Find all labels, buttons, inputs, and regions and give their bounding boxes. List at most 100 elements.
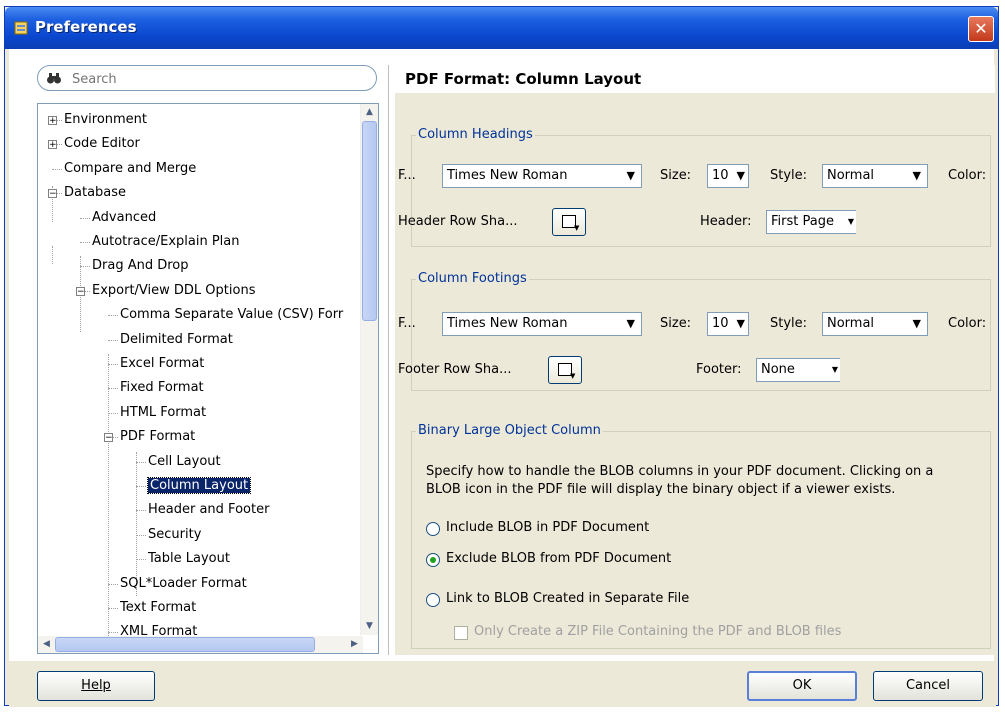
tree-item[interactable]: Text Format [120, 598, 196, 618]
panel-splitter[interactable] [388, 65, 389, 655]
footer-select[interactable]: None ▼ [756, 358, 840, 382]
horizontal-scroll-thumb[interactable] [55, 637, 315, 652]
footing-size-label: Size: [660, 316, 692, 331]
include-blob-radio[interactable] [426, 522, 440, 536]
heading-size-select[interactable]: 10 ▼ [707, 164, 749, 188]
navigation-panel: + Environment + Code Editor Compare and Merg… [9, 49, 381, 654]
tree-item-label: Comma Separate Value (CSV) Forr [120, 307, 344, 323]
tree-item[interactable]: PDF Format [120, 427, 195, 447]
footing-font-select[interactable]: Times New Roman ▼ [442, 312, 642, 336]
tree-item-label: Security [148, 526, 202, 542]
tree-item[interactable]: Table Layout [148, 549, 230, 569]
search-box[interactable] [37, 65, 377, 91]
preferences-app-icon [14, 21, 28, 35]
dialog-body: + Environment + Code Editor Compare and Merg… [9, 49, 996, 707]
column-footings-label: Column Footings [416, 271, 529, 287]
help-button-label: Help [81, 678, 111, 693]
tree-item-label: Environment [64, 112, 148, 127]
tree-item-label: Fixed Format [120, 380, 204, 396]
heading-style-select[interactable]: Normal ▼ [822, 164, 928, 188]
chevron-down-icon: ▼ [736, 317, 745, 330]
tree-branch-line [136, 486, 146, 487]
tree-item-label: Database [64, 185, 127, 201]
tree-item[interactable]: Environment [64, 110, 147, 130]
preferences-dialog: Preferences ✕ + Environment + Code Editor Co… [4, 6, 999, 707]
footing-style-select[interactable]: Normal ▼ [822, 312, 928, 336]
tree-branch-line [136, 534, 146, 536]
tree-item-label: HTML Format [120, 404, 207, 420]
link-blob-label[interactable]: Link to BLOB Created in Separate File [446, 589, 689, 609]
blob-group: Binary Large Object Column Specify how t… [411, 423, 991, 649]
tree-item[interactable]: Security [148, 525, 201, 545]
tree-item[interactable]: Drag And Drop [92, 256, 189, 276]
heading-style-value: Normal [827, 168, 875, 183]
radio-selected-dot [430, 557, 436, 563]
heading-size-label: Size: [660, 168, 692, 183]
tree-item[interactable]: Database [64, 183, 126, 203]
cancel-button[interactable]: Cancel [873, 671, 983, 701]
search-input[interactable] [70, 69, 364, 89]
tree-item[interactable]: Compare and Merge [64, 159, 196, 179]
tree-item-label: Compare and Merge [64, 160, 197, 176]
tree-item[interactable]: Comma Separate Value (CSV) Forr [120, 305, 343, 325]
footing-font-value: Times New Roman [447, 316, 568, 331]
scroll-up-icon[interactable]: ▲ [361, 104, 378, 121]
collapse-minus-icon[interactable]: − [48, 189, 57, 199]
collapse-minus-icon[interactable]: − [76, 286, 85, 296]
tree-horizontal-scrollbar[interactable]: ◀ ▶ [38, 636, 363, 653]
footing-style-value: Normal [827, 316, 875, 331]
tree-branch-line [136, 461, 146, 463]
tree-guide-line [108, 354, 109, 436]
heading-font-value: Times New Roman [447, 168, 568, 183]
collapse-minus-icon[interactable]: − [104, 433, 113, 443]
heading-font-label: F... [398, 168, 416, 183]
footer-value: None [761, 362, 795, 377]
expand-plus-icon[interactable]: + [48, 140, 57, 150]
dropdown-arrow-icon: ▼ [574, 224, 580, 232]
chevron-down-icon: ▼ [626, 317, 635, 330]
tree-item[interactable]: Fixed Format [120, 378, 204, 398]
header-label: Header: [700, 214, 752, 229]
preferences-tree[interactable]: + Environment + Code Editor Compare and Merg… [37, 103, 379, 654]
close-button[interactable]: ✕ [968, 16, 994, 42]
tree-item[interactable]: Autotrace/Explain Plan [92, 232, 240, 252]
scroll-left-icon[interactable]: ◀ [38, 636, 55, 653]
tree-branch-line [136, 559, 146, 561]
ok-button[interactable]: OK [747, 671, 857, 701]
include-blob-label[interactable]: Include BLOB in PDF Document [446, 518, 649, 538]
zip-file-checkbox[interactable] [454, 626, 468, 640]
header-row-shade-label: Header Row Sha... [398, 214, 518, 229]
tree-item[interactable]: Code Editor [64, 134, 140, 154]
tree-item[interactable]: Cell Layout [148, 452, 221, 472]
link-blob-radio[interactable] [426, 593, 440, 607]
footer-row-shade-button[interactable]: ▼ [548, 356, 582, 384]
tree-item[interactable]: Advanced [92, 208, 156, 228]
tree-item[interactable]: Export/View DDL Options [92, 281, 255, 301]
tree-item[interactable]: HTML Format [120, 403, 206, 423]
tree-vertical-scrollbar[interactable]: ▲ ▼ [360, 104, 378, 635]
tree-item[interactable]: SQL*Loader Format [120, 574, 247, 594]
tree-item[interactable]: Column Layout [146, 476, 252, 496]
column-headings-group: Column Headings F... Times New Roman ▼ S… [398, 127, 991, 247]
scroll-right-icon[interactable]: ▶ [346, 636, 363, 653]
help-button[interactable]: Help [37, 671, 155, 701]
tree-item[interactable]: Excel Format [120, 354, 204, 374]
heading-font-select[interactable]: Times New Roman ▼ [442, 164, 642, 188]
header-select[interactable]: First Page ▼ [766, 210, 856, 234]
tree-item-label: Drag And Drop [92, 258, 189, 274]
tree-branch-line [80, 266, 90, 268]
exclude-blob-radio[interactable] [426, 553, 440, 567]
header-row-shade-button[interactable]: ▼ [552, 208, 586, 236]
vertical-scroll-thumb[interactable] [362, 121, 377, 321]
heading-color-label: Color: [948, 168, 987, 183]
footing-size-select[interactable]: 10 ▼ [707, 312, 749, 336]
tree-item-label: Cell Layout [148, 453, 221, 469]
chevron-down-icon: ▼ [912, 169, 921, 182]
scroll-down-icon[interactable]: ▼ [361, 618, 378, 635]
tree-branch-line [108, 388, 118, 390]
tree-item[interactable]: Delimited Format [120, 330, 233, 350]
expand-plus-icon[interactable]: + [48, 116, 57, 126]
tree-item[interactable]: Header and Footer [148, 500, 269, 520]
title-bar[interactable]: Preferences ✕ [5, 7, 998, 49]
exclude-blob-label[interactable]: Exclude BLOB from PDF Document [446, 549, 671, 569]
